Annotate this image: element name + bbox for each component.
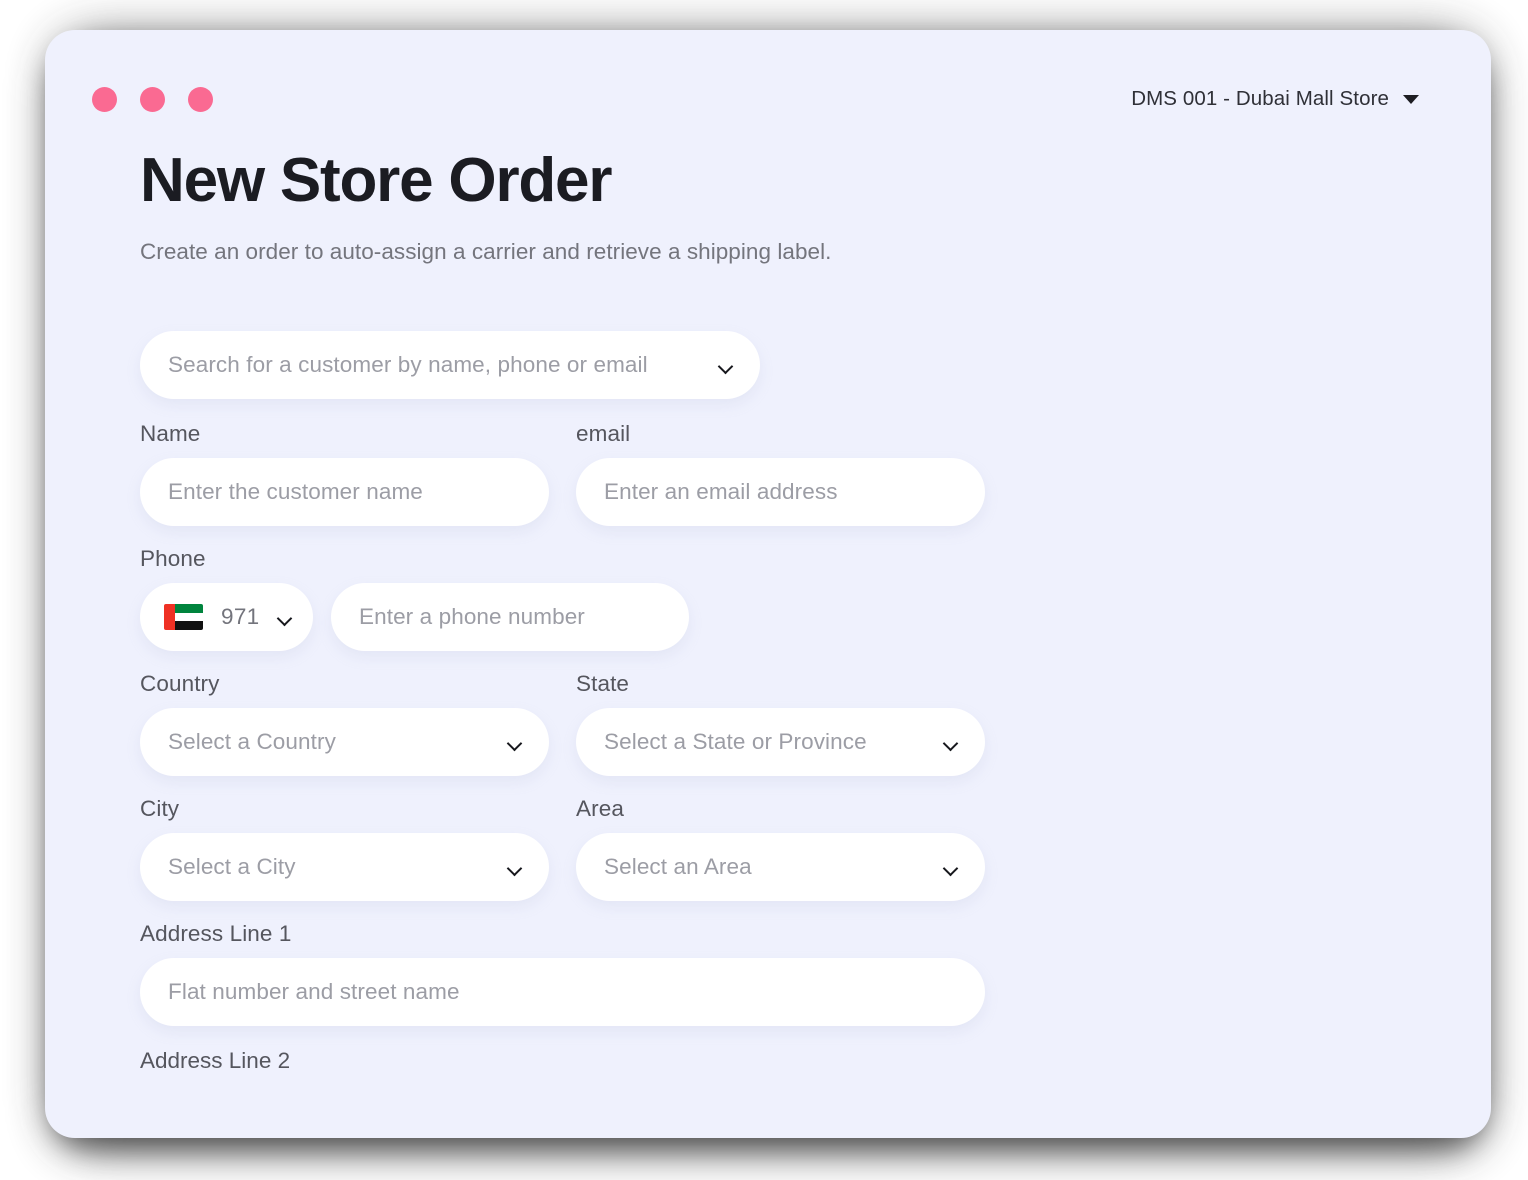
page-content: New Store Order Create an order to auto-… — [140, 150, 1491, 1138]
chevron-down-icon — [508, 738, 523, 747]
country-placeholder: Select a Country — [168, 729, 336, 755]
chevron-down-icon — [719, 361, 734, 370]
traffic-lights — [92, 87, 213, 112]
name-field-group: Name Enter the customer name — [140, 421, 549, 526]
country-select[interactable]: Select a Country — [140, 708, 549, 776]
country-state-row: Country Select a Country State Select a … — [140, 671, 1491, 776]
phone-number-input[interactable]: Enter a phone number — [331, 583, 689, 651]
state-field-group: State Select a State or Province — [576, 671, 985, 776]
city-field-group: City Select a City — [140, 796, 549, 901]
state-placeholder: Select a State or Province — [604, 729, 867, 755]
close-window-button[interactable] — [92, 87, 117, 112]
phone-input-group: 971 Enter a phone number — [140, 583, 689, 651]
minimize-window-button[interactable] — [140, 87, 165, 112]
city-area-row: City Select a City Area Select an Area — [140, 796, 1491, 901]
name-input[interactable]: Enter the customer name — [140, 458, 549, 526]
phone-label: Phone — [140, 546, 689, 572]
country-code-selector[interactable]: 971 — [140, 583, 313, 651]
area-label: Area — [576, 796, 985, 822]
chevron-down-icon — [508, 863, 523, 872]
area-select[interactable]: Select an Area — [576, 833, 985, 901]
area-field-group: Area Select an Area — [576, 796, 985, 901]
store-selector-dropdown[interactable]: DMS 001 - Dubai Mall Store — [1131, 87, 1419, 111]
page-title: New Store Order — [140, 150, 1491, 212]
area-placeholder: Select an Area — [604, 854, 752, 880]
new-store-order-form: Search for a customer by name, phone or … — [140, 331, 1491, 1074]
email-field-group: email Enter an email address — [576, 421, 985, 526]
city-placeholder: Select a City — [168, 854, 296, 880]
name-label: Name — [140, 421, 549, 447]
country-code-content: 971 — [164, 604, 259, 630]
country-code-value: 971 — [221, 604, 259, 630]
store-selector-label: DMS 001 - Dubai Mall Store — [1131, 87, 1389, 111]
name-placeholder: Enter the customer name — [168, 479, 423, 505]
address-line-1-row: Address Line 1 Flat number and street na… — [140, 921, 1491, 1026]
chevron-down-icon — [944, 738, 959, 747]
email-input[interactable]: Enter an email address — [576, 458, 985, 526]
window-titlebar: DMS 001 - Dubai Mall Store — [45, 30, 1491, 102]
maximize-window-button[interactable] — [188, 87, 213, 112]
country-field-group: Country Select a Country — [140, 671, 549, 776]
name-email-row: Name Enter the customer name email Enter… — [140, 421, 1491, 526]
email-placeholder: Enter an email address — [604, 479, 838, 505]
address-line-2-label: Address Line 2 — [140, 1048, 1491, 1074]
phone-placeholder: Enter a phone number — [359, 604, 585, 630]
customer-search-placeholder: Search for a customer by name, phone or … — [168, 352, 648, 378]
state-select[interactable]: Select a State or Province — [576, 708, 985, 776]
country-label: Country — [140, 671, 549, 697]
screenshot-stage: DMS 001 - Dubai Mall Store New Store Ord… — [0, 0, 1528, 1180]
caret-down-icon — [1403, 95, 1419, 104]
address-line-1-label: Address Line 1 — [140, 921, 985, 947]
address-line-1-group: Address Line 1 Flat number and street na… — [140, 921, 985, 1026]
city-select[interactable]: Select a City — [140, 833, 549, 901]
email-label: email — [576, 421, 985, 447]
page-subtitle: Create an order to auto-assign a carrier… — [140, 239, 1491, 265]
customer-search-row: Search for a customer by name, phone or … — [140, 331, 1491, 399]
phone-field-group: Phone — [140, 546, 689, 651]
ae-flag-icon — [164, 604, 203, 630]
address-line-1-placeholder: Flat number and street name — [168, 979, 460, 1005]
phone-row: Phone — [140, 546, 1491, 651]
address-line-1-input[interactable]: Flat number and street name — [140, 958, 985, 1026]
state-label: State — [576, 671, 985, 697]
customer-search-combobox[interactable]: Search for a customer by name, phone or … — [140, 331, 760, 399]
chevron-down-icon — [278, 613, 293, 622]
chevron-down-icon — [944, 863, 959, 872]
city-label: City — [140, 796, 549, 822]
app-window: DMS 001 - Dubai Mall Store New Store Ord… — [45, 30, 1491, 1138]
